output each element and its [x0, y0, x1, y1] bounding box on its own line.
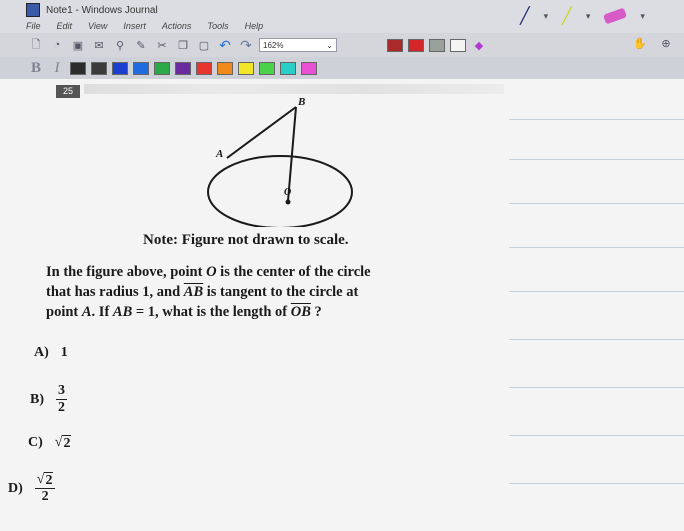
- question-line-2: that has radius 1, and AB is tangent to …: [46, 284, 359, 300]
- question-number-badge: 25: [56, 85, 80, 98]
- rule-line: [509, 435, 684, 436]
- rule-line: [509, 203, 684, 204]
- pen-tool-icon[interactable]: ✎: [133, 37, 149, 53]
- open-icon[interactable]: ◔: [49, 37, 65, 53]
- color-swatch-yellow[interactable]: [238, 61, 254, 75]
- menu-file[interactable]: File: [26, 21, 41, 31]
- fraction: 3 2: [56, 383, 67, 416]
- question-line-3: point A. If AB = 1, what is the length o…: [46, 304, 322, 320]
- ink-tools: ╱ ▾ ╱ ▾ ▾: [520, 6, 645, 26]
- undo-icon[interactable]: ↶: [217, 37, 233, 53]
- note-page[interactable]: 25 B A O Note: Figure not drawn to scale…: [0, 79, 684, 531]
- question-text: In the figure above, point O is the cent…: [46, 262, 516, 322]
- radicand: 2: [62, 435, 72, 451]
- color-swatch-lime[interactable]: [259, 61, 275, 75]
- color-swatch-gray[interactable]: [429, 38, 445, 52]
- rule-line: [509, 159, 684, 160]
- hand-pan-icon[interactable]: ✋: [632, 35, 648, 51]
- choice-c[interactable]: C) √ 2: [28, 435, 72, 451]
- radicand: 2: [44, 472, 54, 488]
- color-swatch-dark-gray[interactable]: [91, 61, 107, 75]
- rule-line: [509, 291, 684, 292]
- color-swatch-purple[interactable]: [175, 61, 191, 75]
- square-root: √ 2: [55, 435, 72, 451]
- window-title: Note1 - Windows Journal: [46, 4, 158, 16]
- journal-app-icon: [26, 3, 40, 17]
- choice-letter: A): [34, 345, 49, 360]
- menu-insert[interactable]: Insert: [123, 21, 146, 31]
- rule-line: [509, 339, 684, 340]
- color-swatch-green[interactable]: [154, 61, 170, 75]
- find-icon[interactable]: ⚲: [112, 37, 128, 53]
- cut-icon[interactable]: ✂: [154, 37, 170, 53]
- geometry-figure: B A O: [207, 97, 353, 227]
- menu-edit[interactable]: Edit: [57, 21, 73, 31]
- menu-actions[interactable]: Actions: [162, 21, 192, 31]
- save-icon[interactable]: ▣: [70, 37, 86, 53]
- pen-icon[interactable]: ╱: [520, 6, 530, 26]
- question-header-strip: [84, 84, 504, 94]
- choice-value: 1: [60, 345, 68, 360]
- color-swatch-black[interactable]: [70, 61, 86, 75]
- denominator: 2: [58, 400, 65, 415]
- color-swatch-red-2[interactable]: [196, 61, 212, 75]
- italic-button[interactable]: I: [49, 60, 65, 76]
- color-swatch-light-blue[interactable]: [133, 61, 149, 75]
- highlighter-icon[interactable]: ╱: [562, 6, 572, 26]
- zoom-in-icon[interactable]: ⊕: [658, 35, 674, 51]
- color-swatch-cyan[interactable]: [280, 61, 296, 75]
- copy-icon[interactable]: ❐: [175, 37, 191, 53]
- format-toolbar: B I: [0, 57, 684, 79]
- numerator: 3: [56, 383, 67, 400]
- denominator: 2: [41, 489, 49, 504]
- zoom-value: 162%: [263, 40, 284, 50]
- zoom-select[interactable]: 162% ⌄: [259, 38, 337, 52]
- label-o: O: [284, 187, 291, 198]
- bold-button[interactable]: B: [28, 60, 44, 76]
- square-root: √ 2: [37, 472, 54, 488]
- question-line-1: In the figure above, point O is the cent…: [46, 264, 371, 280]
- color-swatch-white[interactable]: [450, 38, 466, 52]
- choice-a[interactable]: A) 1: [34, 345, 68, 361]
- choice-letter: C): [28, 435, 43, 450]
- color-swatch-pink[interactable]: [301, 61, 317, 75]
- new-note-icon[interactable]: 🗋: [28, 37, 44, 53]
- chevron-down-icon: ⌄: [326, 40, 333, 50]
- eraser-dropdown-icon[interactable]: ▾: [640, 11, 645, 22]
- radical-sign-icon: √: [36, 472, 45, 487]
- color-swatch-blue[interactable]: [112, 61, 128, 75]
- eraser-icon[interactable]: [603, 7, 628, 25]
- standard-toolbar: 🗋 ◔ ▣ ✉ ⚲ ✎ ✂ ❐ ▢ ↶ ↷ 162% ⌄ ◆ ✋ ⊕: [0, 33, 684, 57]
- pen-dropdown-icon[interactable]: ▾: [544, 11, 549, 22]
- label-b: B: [297, 97, 305, 108]
- radical-sign-icon: √: [54, 435, 63, 450]
- menu-tools[interactable]: Tools: [207, 21, 228, 31]
- pen-tools: ✋ ⊕: [632, 35, 674, 51]
- rule-line: [509, 119, 684, 120]
- menu-help[interactable]: Help: [245, 21, 264, 31]
- segment-ab: [226, 106, 297, 159]
- send-icon[interactable]: ✉: [91, 37, 107, 53]
- choice-d[interactable]: D) √ 2 2: [8, 472, 56, 505]
- insert-space-icon[interactable]: ▢: [196, 37, 212, 53]
- choice-letter: B): [30, 391, 44, 407]
- rule-line: [509, 483, 684, 484]
- rule-line: [509, 387, 684, 388]
- choice-letter: D): [8, 480, 23, 496]
- highlighter-palette-icon[interactable]: ◆: [471, 37, 487, 53]
- color-swatch-red[interactable]: [408, 38, 424, 52]
- rule-line: [509, 247, 684, 248]
- fraction: √ 2 2: [34, 472, 56, 505]
- highlighter-dropdown-icon[interactable]: ▾: [586, 11, 591, 22]
- color-swatch-orange[interactable]: [217, 61, 233, 75]
- point-o: [285, 199, 291, 205]
- choice-b[interactable]: B) 3 2: [30, 383, 67, 416]
- numerator: √ 2: [34, 472, 56, 489]
- redo-icon[interactable]: ↷: [238, 37, 254, 53]
- circle: [207, 155, 353, 227]
- color-swatch-maroon[interactable]: [387, 38, 403, 52]
- menu-view[interactable]: View: [88, 21, 107, 31]
- figure-note: Note: Figure not drawn to scale.: [143, 232, 349, 248]
- label-a: A: [215, 148, 223, 160]
